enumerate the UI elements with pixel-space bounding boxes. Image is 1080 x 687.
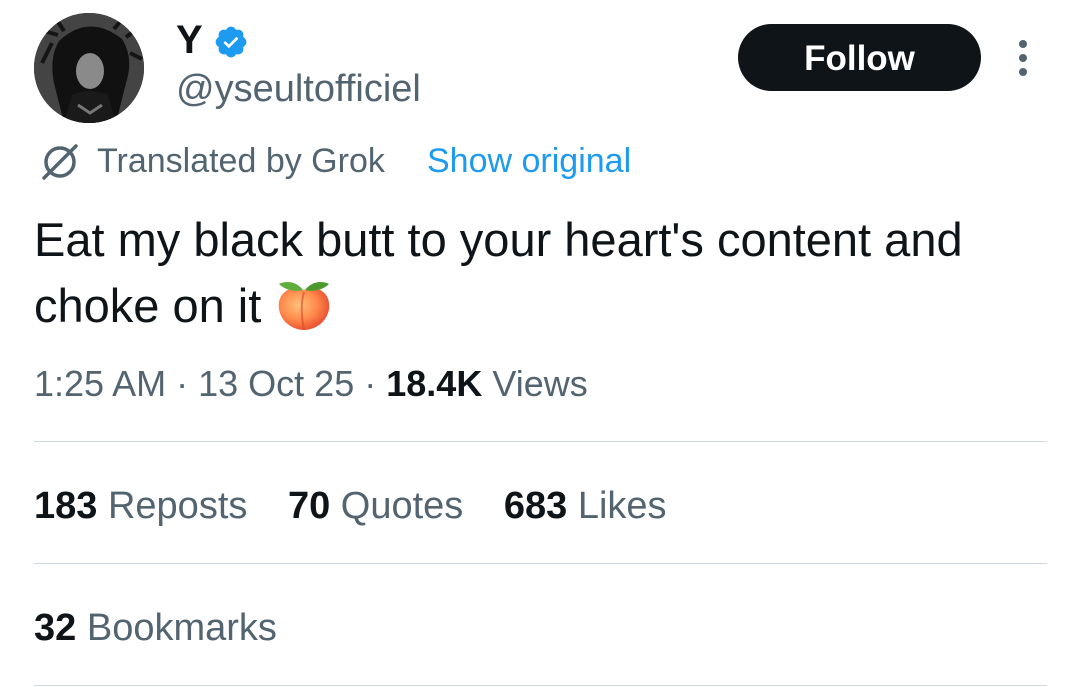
engagement-stats: 183 Reposts 70 Quotes 683 Likes — [34, 484, 697, 528]
user-handle[interactable]: @yseultofficiel — [176, 68, 421, 110]
bookmarks-count: 32 — [34, 607, 77, 649]
display-name[interactable]: Y — [176, 18, 203, 62]
avatar-image — [34, 13, 144, 123]
reposts-stat[interactable]: 183 Reposts — [34, 485, 247, 527]
tweet-text: Eat my black butt to your heart's conten… — [34, 207, 1044, 339]
peach-emoji-icon — [279, 282, 330, 330]
divider — [34, 685, 1047, 686]
divider — [34, 441, 1047, 442]
tweet-date[interactable]: 13 Oct 25 — [198, 363, 354, 404]
tweet-meta: 1:25 AM · 13 Oct 25 · 18.4K Views — [34, 362, 588, 406]
quotes-count: 70 — [287, 485, 331, 527]
divider — [34, 563, 1047, 564]
translation-label: Translated by Grok — [97, 142, 385, 180]
reposts-count: 183 — [34, 485, 98, 527]
show-original-link[interactable]: Show original — [427, 140, 631, 182]
tweet-time[interactable]: 1:25 AM — [34, 363, 166, 404]
quotes-label: Quotes — [340, 485, 464, 527]
follow-button[interactable]: Follow — [738, 24, 981, 91]
meta-separator: · — [364, 363, 377, 404]
likes-label: Likes — [577, 485, 667, 527]
views-label: Views — [492, 363, 588, 404]
views-count: 18.4K — [386, 363, 483, 404]
likes-stat[interactable]: 683 Likes — [504, 485, 667, 527]
likes-count: 683 — [503, 485, 568, 527]
grok-icon — [42, 144, 78, 180]
more-options-icon[interactable] — [1005, 36, 1041, 80]
reposts-label: Reposts — [107, 485, 248, 527]
bookmarks-stat[interactable]: 32 Bookmarks — [34, 606, 277, 650]
verified-badge-icon[interactable] — [213, 24, 249, 60]
quotes-stat[interactable]: 70 Quotes — [288, 485, 463, 527]
tweet-body: Eat my black butt to your heart's conten… — [34, 213, 963, 332]
avatar[interactable] — [34, 13, 144, 123]
meta-separator: · — [176, 363, 189, 404]
bookmarks-label: Bookmarks — [86, 607, 277, 649]
